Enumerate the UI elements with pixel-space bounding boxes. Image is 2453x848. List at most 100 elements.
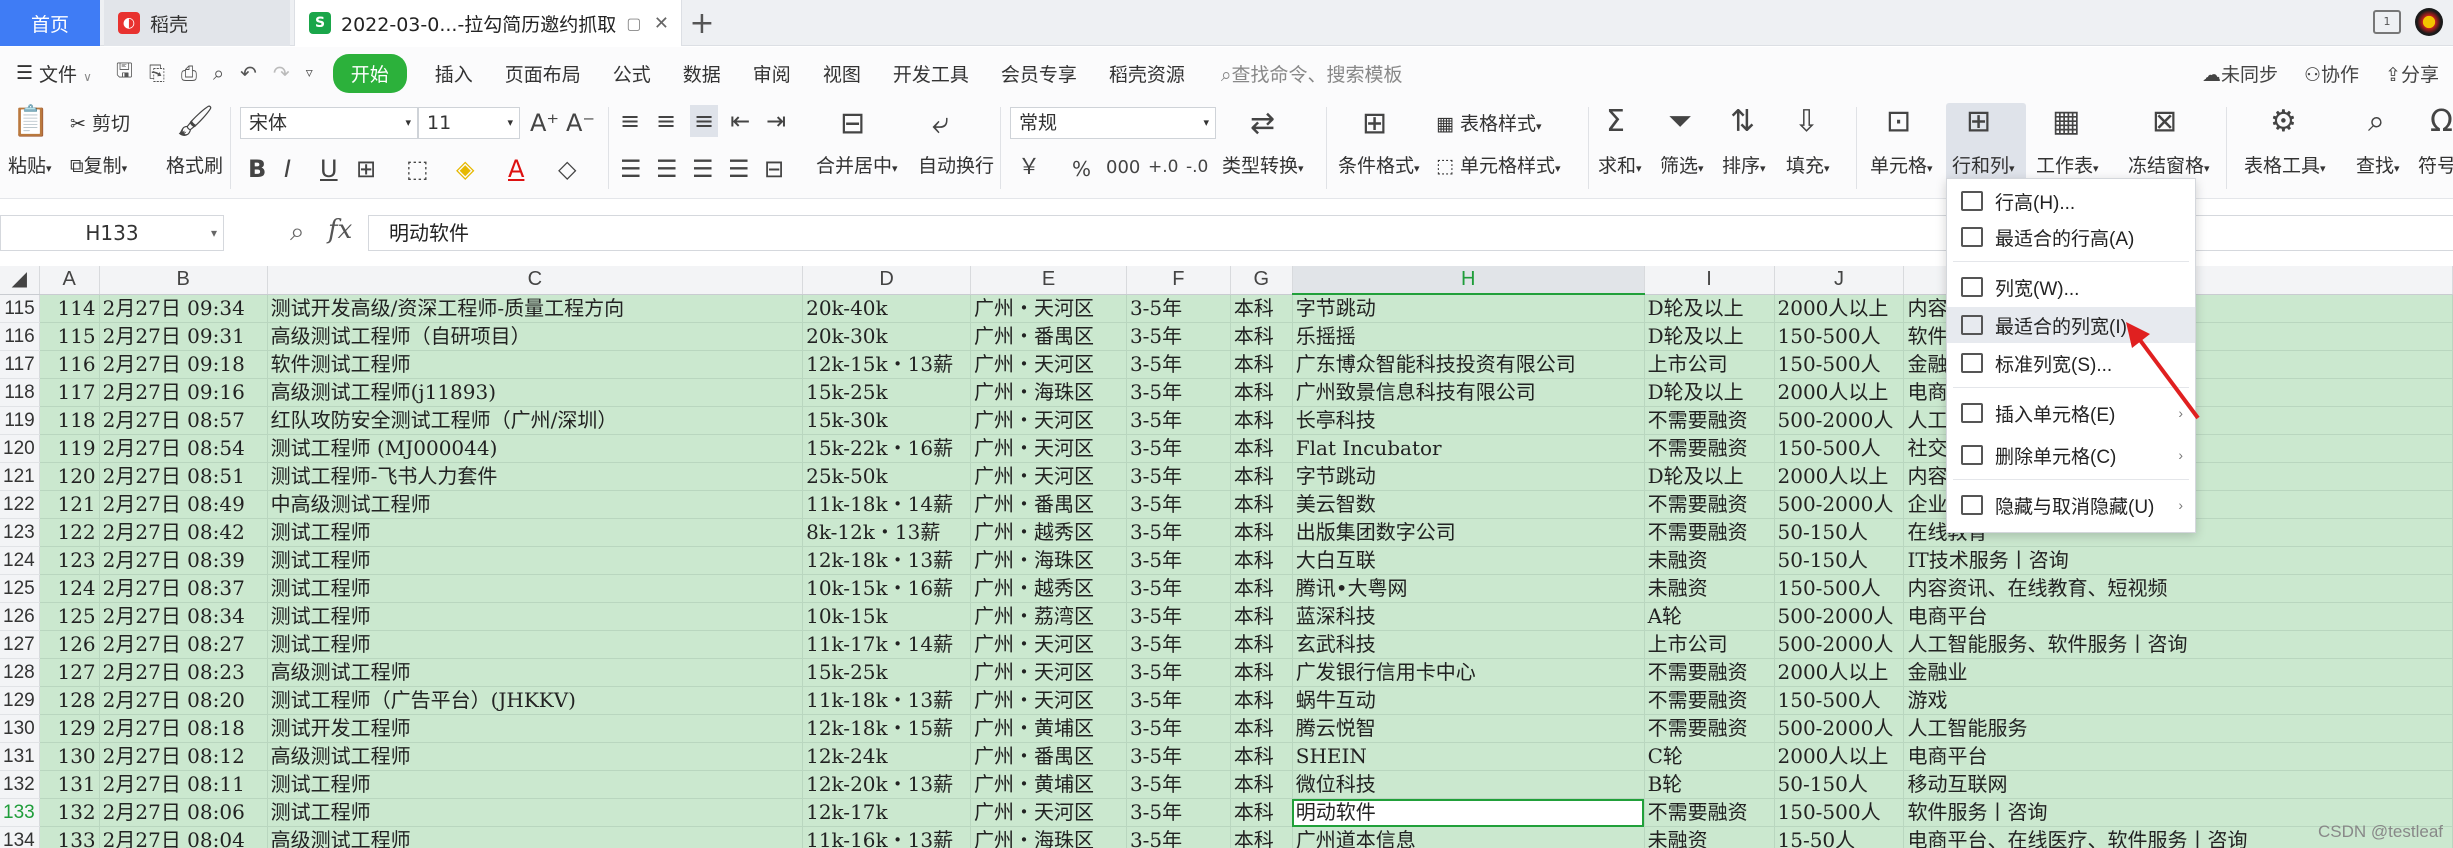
cell-j[interactable]: 2000人以上 [1774,742,1905,771]
cell-a[interactable]: 131 [39,770,100,799]
menu-insert-cells[interactable]: 插入单元格(E) › [1947,395,2195,431]
cell-a[interactable]: 123 [39,546,100,575]
cut-button[interactable]: ✂ 剪切 [70,109,130,136]
cell-i[interactable]: 不需要融资 [1644,658,1775,687]
cell-c[interactable]: 红队攻防安全测试工程师（广州/深圳） [267,406,804,435]
cell-i[interactable]: D轮及以上 [1644,378,1775,407]
column-header-e[interactable]: E [970,266,1127,295]
cell-b[interactable]: 2月27日 08:39 [99,546,268,575]
cell-b[interactable]: 2月27日 08:34 [99,602,268,631]
cell-c[interactable]: 测试工程师 [267,798,804,827]
cell-i[interactable]: 上市公司 [1644,630,1775,659]
cell-d[interactable]: 15k-25k [802,658,972,687]
cell-c[interactable]: 测试工程师 [267,518,804,547]
cell-j[interactable]: 50-150人 [1774,770,1905,799]
row-header[interactable]: 115 [0,294,40,323]
cell-e[interactable]: 广州・荔湾区 [970,602,1127,631]
cell-g[interactable]: 本科 [1230,350,1293,379]
column-header-c[interactable]: C [267,266,804,295]
cell-h[interactable]: 玄武科技 [1292,630,1645,659]
cell-i[interactable]: D轮及以上 [1644,462,1775,491]
cell-j[interactable]: 15-50人 [1774,826,1905,848]
menu-member[interactable]: 会员专享 [985,60,1093,87]
cell-i[interactable]: C轮 [1644,742,1775,771]
row-header[interactable]: 119 [0,406,40,435]
cell-e[interactable]: 广州・海珠区 [970,546,1127,575]
align-bottom-icon[interactable]: ≡ [690,105,719,137]
fill-color-icon[interactable]: ◈ [456,157,474,181]
cell-k[interactable]: IT技术服务丨咨询 [1903,546,2453,575]
type-convert-button[interactable]: 类型转换▾ [1222,151,1304,178]
table-style-button[interactable]: ▦ 表格样式▾ [1436,109,1542,136]
cell-j[interactable]: 500-2000人 [1774,602,1905,631]
cell-h[interactable]: 广州道本信息 [1292,826,1645,848]
cell-a[interactable]: 124 [39,574,100,603]
cell-e[interactable]: 广州・越秀区 [970,574,1127,603]
row-header[interactable]: 127 [0,630,40,659]
cell-d[interactable]: 12k-15k・13薪 [802,350,972,379]
cell-i[interactable]: D轮及以上 [1644,322,1775,351]
row-header[interactable]: 128 [0,658,40,687]
cell-c[interactable]: 测试工程师 [267,630,804,659]
cell-f[interactable]: 3-5年 [1126,518,1231,547]
distributed-icon[interactable]: ⊟ [764,157,784,181]
cell-c[interactable]: 测试工程师 [267,574,804,603]
row-header[interactable]: 116 [0,322,40,351]
cell-i[interactable]: A轮 [1644,602,1775,631]
cell-c[interactable]: 中高级测试工程师 [267,490,804,519]
cell-b[interactable]: 2月27日 08:04 [99,826,268,848]
increase-font-icon[interactable]: A⁺ [530,111,559,135]
cell-c[interactable]: 测试工程师 [267,546,804,575]
paste-button[interactable]: 粘贴▾ [8,151,52,178]
menu-formula[interactable]: 公式 [597,60,667,87]
cell-i[interactable]: 上市公司 [1644,350,1775,379]
cell-e[interactable]: 广州・黄埔区 [970,714,1127,743]
row-header[interactable]: 124 [0,546,40,575]
cell-f[interactable]: 3-5年 [1126,546,1231,575]
cell-b[interactable]: 2月27日 08:06 [99,798,268,827]
cell-b[interactable]: 2月27日 08:12 [99,742,268,771]
cell-d[interactable]: 15k-22k・16薪 [802,434,972,463]
cell-i[interactable]: 不需要融资 [1644,406,1775,435]
cell-h[interactable]: 蜗牛互动 [1292,686,1645,715]
cell-g[interactable]: 本科 [1230,406,1293,435]
cell-j[interactable]: 150-500人 [1774,322,1905,351]
cell-j[interactable]: 500-2000人 [1774,630,1905,659]
cell-d[interactable]: 12k-17k [802,798,972,827]
sync-status[interactable]: ☁未同步 [2202,60,2278,87]
merge-center-button[interactable]: 合并居中▾ [816,151,898,178]
cell-e[interactable]: 广州・番禺区 [970,742,1127,771]
indent-increase-icon[interactable]: ⇥ [766,109,786,133]
cell-h[interactable]: 美云智数 [1292,490,1645,519]
border-icon[interactable]: ⊞ [356,157,376,181]
cell-h[interactable]: 字节跳动 [1292,294,1645,323]
cell-g[interactable]: 本科 [1230,574,1293,603]
font-color-icon[interactable]: A [508,157,524,181]
align-right-icon[interactable]: ☰ [692,157,714,181]
cell-c[interactable]: 测试开发高级/资深工程师-质量工程方向 [267,294,804,323]
row-header[interactable]: 117 [0,350,40,379]
filter-button[interactable]: 筛选▾ [1660,151,1704,178]
print-preview-icon[interactable]: ⌕ [205,61,232,85]
cell-h[interactable]: 广发银行信用卡中心 [1292,658,1645,687]
cell-g[interactable]: 本科 [1230,490,1293,519]
currency-icon[interactable]: ￥ [1018,157,1040,179]
worksheet-button[interactable]: 工作表▾ [2036,151,2099,178]
cell-e[interactable]: 广州・黄埔区 [970,770,1127,799]
row-header[interactable]: 118 [0,378,40,407]
cell-b[interactable]: 2月27日 08:57 [99,406,268,435]
menu-page-layout[interactable]: 页面布局 [489,60,597,87]
cell-h[interactable]: 腾讯•大粤网 [1292,574,1645,603]
cell-d[interactable]: 8k-12k・13薪 [802,518,972,547]
cell-d[interactable]: 15k-25k [802,378,972,407]
collaborate-button[interactable]: ⚇协作 [2304,60,2359,87]
hamburger-icon[interactable]: ☰ [0,62,39,84]
cell-h[interactable]: 蓝深科技 [1292,602,1645,631]
cell-c[interactable]: 测试工程师 [267,770,804,799]
cell-g[interactable]: 本科 [1230,518,1293,547]
increase-decimal-icon[interactable]: +.0 [1148,159,1178,176]
cell-j[interactable]: 150-500人 [1774,350,1905,379]
row-header[interactable]: 120 [0,434,40,463]
export-pdf-icon[interactable]: ⎘ [141,61,173,85]
column-header-b[interactable]: B [99,266,268,295]
